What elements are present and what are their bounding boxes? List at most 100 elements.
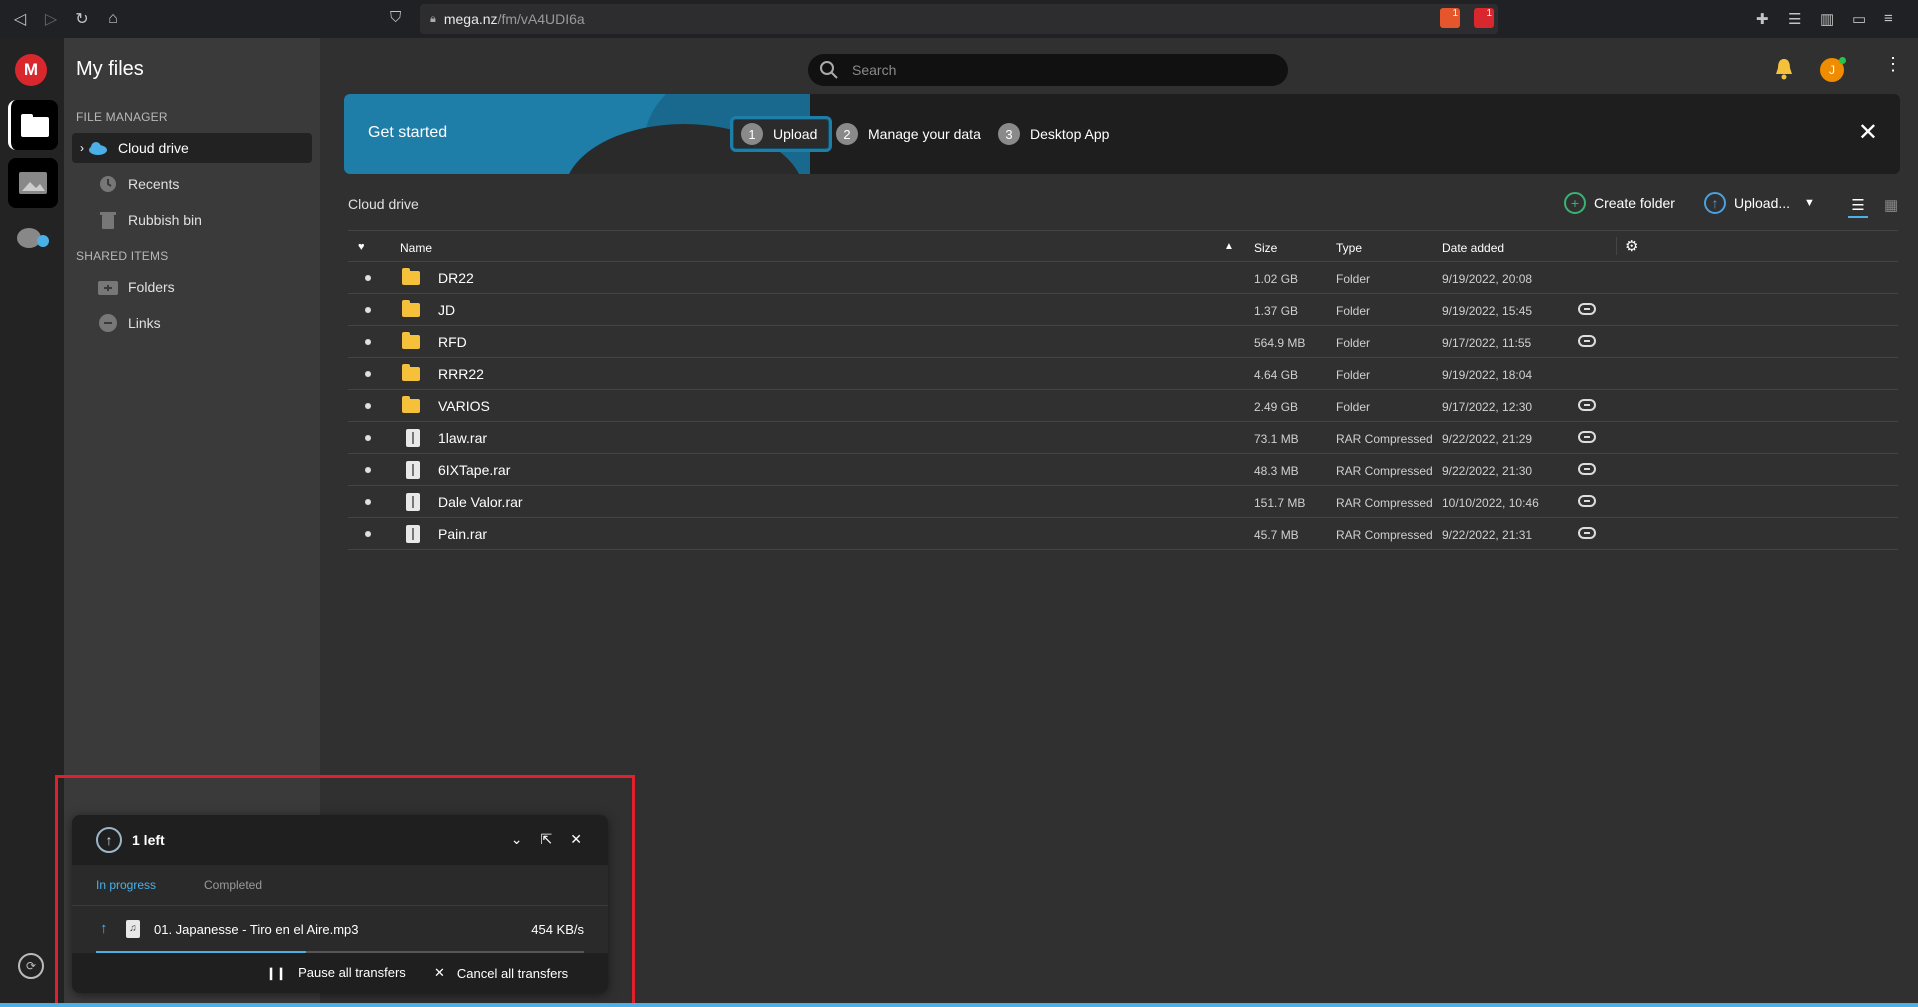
link-icon[interactable]: [1578, 494, 1596, 511]
user-avatar[interactable]: J: [1820, 57, 1846, 82]
sidebar-toggle-icon[interactable]: ▥: [1820, 10, 1834, 28]
table-row[interactable]: JD 1.37 GB Folder 9/19/2022, 15:45: [348, 294, 1898, 326]
grid-view-icon[interactable]: ▦: [1884, 196, 1898, 214]
transfer-item[interactable]: ↑ ♫ 01. Japanesse - Tiro en el Aire.mp3 …: [72, 905, 608, 953]
step-upload[interactable]: 1 Upload: [730, 116, 833, 152]
brave-shield-icon[interactable]: 1: [1440, 8, 1460, 28]
favorite-dot-icon[interactable]: [365, 371, 371, 377]
table-row[interactable]: RRR22 4.64 GB Folder 9/19/2022, 18:04: [348, 358, 1898, 390]
reading-list-icon[interactable]: ☰: [1788, 10, 1801, 28]
sidebar-item-links[interactable]: Links: [72, 308, 312, 338]
table-row[interactable]: 6IXTape.rar 48.3 MB RAR Compressed 9/22/202…: [348, 454, 1898, 486]
sidebar-item-rubbish-bin[interactable]: Rubbish bin: [72, 205, 312, 235]
address-bar[interactable]: 🔒︎ mega.nz/fm/vA4UDI6a ⚷: [420, 4, 1498, 34]
menu-icon[interactable]: ≡: [1884, 10, 1893, 27]
file-date: 9/17/2022, 11:55: [1442, 336, 1532, 350]
link-icon[interactable]: [1578, 398, 1596, 415]
home-icon[interactable]: ⌂: [102, 8, 124, 30]
archive-file-icon: [406, 493, 420, 511]
favorite-dot-icon[interactable]: [365, 531, 371, 537]
brave-rewards-icon[interactable]: 1: [1474, 8, 1494, 28]
plus-icon: +: [1564, 192, 1586, 214]
name-header[interactable]: Name: [400, 241, 432, 255]
favorite-dot-icon[interactable]: [365, 467, 371, 473]
pause-icon: ❙❙: [266, 965, 287, 980]
favorite-dot-icon[interactable]: [365, 339, 371, 345]
list-view-icon[interactable]: ☰: [1848, 196, 1868, 218]
browser-toolbar: ◁ ▷ ↻ ⌂ ⛉ 🔒︎ mega.nz/fm/vA4UDI6a ⚷ 1 1 ✚…: [0, 0, 1918, 38]
sync-status-icon[interactable]: ⟳: [18, 953, 44, 979]
file-manager-heading: FILE MANAGER: [76, 110, 168, 124]
table-row[interactable]: 1law.rar 73.1 MB RAR Compressed 9/22/2022, …: [348, 422, 1898, 454]
favorite-dot-icon[interactable]: [365, 403, 371, 409]
link-icon[interactable]: [1578, 430, 1596, 447]
chat-icon: [17, 228, 49, 248]
size-header[interactable]: Size: [1254, 241, 1277, 255]
tab-in-progress[interactable]: In progress: [96, 878, 156, 892]
cancel-all-button[interactable]: ✕ Cancel all transfers: [434, 965, 568, 981]
step-desktop-app[interactable]: 3 Desktop App: [998, 116, 1109, 152]
file-type: Folder: [1336, 400, 1371, 414]
file-type: Folder: [1336, 304, 1371, 318]
table-row[interactable]: Dale Valor.rar 151.7 MB RAR Compressed 10/1…: [348, 486, 1898, 518]
cancel-icon: ✕: [434, 965, 445, 980]
sort-asc-icon[interactable]: ▲: [1224, 241, 1234, 252]
close-icon[interactable]: ✕: [570, 831, 582, 848]
search-bar[interactable]: [808, 54, 1288, 86]
link-icon[interactable]: [1578, 302, 1596, 319]
step-label: Manage your data: [868, 126, 981, 142]
reload-icon[interactable]: ↻: [71, 8, 93, 30]
favorite-dot-icon[interactable]: [365, 499, 371, 505]
link-icon[interactable]: [1578, 526, 1596, 543]
file-type: Folder: [1336, 368, 1371, 382]
pause-all-button[interactable]: ❙❙ Pause all transfers: [266, 965, 406, 980]
file-size: 45.7 MB: [1254, 528, 1299, 542]
mega-logo[interactable]: M: [15, 54, 47, 86]
rewards-badge: 1: [1486, 8, 1492, 19]
step-manage-data[interactable]: 2 Manage your data: [836, 116, 981, 152]
rail-photos[interactable]: [8, 158, 58, 208]
link-icon[interactable]: [1578, 462, 1596, 479]
type-header[interactable]: Type: [1336, 241, 1362, 255]
sidebar-item-cloud-drive[interactable]: › Cloud drive: [72, 133, 312, 163]
favorite-dot-icon[interactable]: [365, 275, 371, 281]
tab-completed[interactable]: Completed: [204, 878, 262, 892]
more-options-icon[interactable]: ⋮: [1884, 54, 1902, 75]
bookmark-icon[interactable]: ⛉: [390, 9, 401, 26]
favorite-dot-icon[interactable]: [365, 435, 371, 441]
favorite-header-icon[interactable]: ♥: [358, 241, 365, 253]
open-transfers-icon[interactable]: ⇱: [541, 831, 553, 848]
close-icon[interactable]: ✕: [1858, 118, 1878, 147]
file-name: DR22: [438, 270, 474, 286]
chevron-down-icon[interactable]: ▼: [1804, 197, 1815, 209]
rail-cloud-drive[interactable]: [8, 100, 58, 150]
bell-icon[interactable]: [1774, 58, 1794, 85]
wallet-icon[interactable]: ▭: [1852, 10, 1866, 28]
sidebar-item-recents[interactable]: Recents: [72, 169, 312, 199]
chevron-right-icon[interactable]: ›: [80, 141, 84, 155]
search-icon: [820, 61, 838, 79]
forward-icon[interactable]: ▷: [40, 8, 62, 30]
trash-icon: [98, 210, 118, 230]
column-settings-icon[interactable]: ⚙: [1616, 237, 1638, 255]
table-row[interactable]: RFD 564.9 MB Folder 9/17/2022, 11:55: [348, 326, 1898, 358]
create-folder-button[interactable]: + Create folder: [1564, 192, 1675, 214]
rail-chat[interactable]: [8, 214, 58, 264]
search-input[interactable]: [852, 62, 1252, 78]
folder-icon: [402, 332, 420, 349]
upload-button[interactable]: ↑ Upload... ▼: [1704, 192, 1815, 214]
back-icon[interactable]: ◁: [9, 8, 31, 30]
upload-label: Upload...: [1734, 195, 1791, 211]
sidebar-item-label: Rubbish bin: [128, 212, 202, 228]
date-header[interactable]: Date added: [1442, 241, 1504, 255]
favorite-dot-icon[interactable]: [365, 307, 371, 313]
table-row[interactable]: Pain.rar 45.7 MB RAR Compressed 9/22/2022, …: [348, 518, 1898, 550]
sidebar-item-folders[interactable]: Folders: [72, 272, 312, 302]
extensions-icon[interactable]: ✚: [1756, 10, 1769, 28]
collapse-icon[interactable]: ⌄: [511, 831, 523, 848]
breadcrumb[interactable]: Cloud drive: [348, 196, 419, 212]
table-row[interactable]: DR22 1.02 GB Folder 9/19/2022, 20:08: [348, 262, 1898, 294]
table-row[interactable]: VARIOS 2.49 GB Folder 9/17/2022, 12:30: [348, 390, 1898, 422]
sidebar-item-label: Cloud drive: [118, 140, 189, 156]
link-icon[interactable]: [1578, 334, 1596, 351]
